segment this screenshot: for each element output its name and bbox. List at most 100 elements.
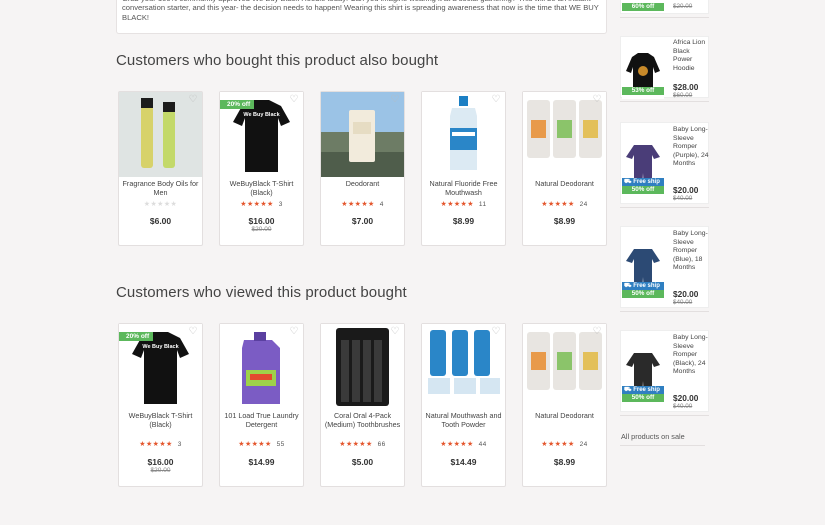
rating-stars: ★★★★★: [143, 201, 178, 208]
divider: [620, 415, 709, 416]
original-price: $40.00: [673, 195, 693, 202]
all-products-on-sale-link[interactable]: All products on sale: [621, 432, 685, 441]
product-name[interactable]: Natural Mouthwash and Tooth Powder: [425, 411, 502, 429]
svg-text:We Buy Black: We Buy Black: [243, 112, 280, 118]
rating-stars: ★★★★★ 24: [541, 441, 588, 448]
wishlist-heart-icon[interactable]: ♡: [289, 327, 299, 337]
product-price: $20.00: [673, 393, 699, 403]
product-name[interactable]: WeBuyBlack T-Shirt (Black): [223, 179, 300, 197]
discount-badge: 60% off: [622, 3, 664, 11]
also-bought-title: Customers who bought this product also b…: [116, 52, 439, 69]
product-description-box: Grab your 100% community approved We Buy…: [116, 0, 607, 34]
original-price: $40.00: [673, 299, 693, 306]
wishlist-heart-icon[interactable]: ♡: [289, 95, 299, 105]
product-card[interactable]: ♡ Natural Mouthwash and Tooth Powder ★★★…: [421, 323, 506, 487]
product-card[interactable]: ♡ 101 Load True Laundry Detergent ★★★★★ 5…: [219, 323, 304, 487]
product-price: $6.00: [149, 216, 172, 226]
product-name[interactable]: Baby Long-Sleeve Romper (Purple), 24 Mon…: [673, 126, 709, 169]
truck-icon: ⛟: [624, 387, 634, 393]
discount-badge: 50% off: [622, 394, 664, 402]
free-shipping-badge: ⛟ Free ship: [622, 386, 664, 394]
free-shipping-label: Free ship: [633, 179, 660, 185]
wishlist-heart-icon[interactable]: ♡: [491, 95, 501, 105]
discount-badge: 20% off: [220, 100, 255, 109]
also-bought-row: ♡ Fragrance Body Oils for Men ★★★★★ $6.0…: [118, 91, 607, 246]
viewed-bought-row: We Buy Black 20% off ♡ WeBuyBlack T-Shir…: [118, 323, 607, 487]
product-price: $16.00: [248, 216, 275, 226]
sale-item[interactable]: ⛟ Free ship 50% off Baby Long-Sleeve Rom…: [620, 122, 709, 204]
review-count: 3: [177, 441, 182, 448]
discount-badge: 50% off: [622, 290, 664, 298]
review-count: 4: [379, 201, 384, 208]
product-card[interactable]: ♡ Coral Oral 4-Pack (Medium) Toothbrushe…: [320, 323, 405, 487]
original-price: $20.00: [251, 226, 272, 233]
product-name[interactable]: Natural Deodorant: [526, 179, 603, 189]
original-price: $40.00: [673, 403, 693, 410]
product-name[interactable]: Fragrance Body Oils for Men: [122, 179, 199, 197]
review-count: 66: [377, 441, 386, 448]
truck-icon: ⛟: [624, 179, 634, 185]
free-shipping-badge: ⛟ Free ship: [622, 178, 664, 186]
product-price: $8.99: [553, 457, 576, 467]
rating-stars: ★★★★★ 11: [440, 201, 487, 208]
divider: [620, 17, 709, 18]
product-name[interactable]: Africa Lion Black Power Hoodie: [673, 39, 709, 73]
wishlist-heart-icon[interactable]: ♡: [390, 95, 400, 105]
product-price: $8.99: [452, 216, 475, 226]
wishlist-heart-icon[interactable]: ♡: [188, 95, 198, 105]
original-price: $60.00: [673, 92, 693, 99]
divider: [620, 101, 709, 102]
product-name[interactable]: Deodorant: [324, 179, 401, 189]
wishlist-heart-icon[interactable]: ♡: [390, 327, 400, 337]
rating-stars: ★★★★★ 3: [139, 441, 182, 448]
sale-item[interactable]: ⛟ Free ship 50% off Baby Long-Sleeve Rom…: [620, 226, 709, 308]
sale-item[interactable]: 60% off $20.00: [620, 0, 709, 14]
divider: [620, 207, 709, 208]
rating-stars: ★★★★★ 3: [240, 201, 283, 208]
wishlist-heart-icon[interactable]: ♡: [188, 327, 198, 337]
product-price: $7.00: [351, 216, 374, 226]
product-card[interactable]: ♡ Deodorant ★★★★★ 4 $7.00: [320, 91, 405, 246]
review-count: 55: [276, 441, 285, 448]
product-name[interactable]: Coral Oral 4-Pack (Medium) Toothbrushes: [324, 411, 401, 429]
free-shipping-label: Free ship: [633, 387, 660, 393]
product-name[interactable]: WeBuyBlack T-Shirt (Black): [122, 411, 199, 429]
product-card[interactable]: ♡ Fragrance Body Oils for Men ★★★★★ $6.0…: [118, 91, 203, 246]
product-card[interactable]: We Buy Black 20% off ♡ WeBuyBlack T-Shir…: [219, 91, 304, 246]
review-count: 11: [478, 201, 487, 208]
free-shipping-label: Free ship: [633, 283, 660, 289]
product-name[interactable]: Natural Deodorant: [526, 411, 603, 421]
discount-badge: 20% off: [119, 332, 154, 341]
product-card[interactable]: ♡ Natural Deodorant ★★★★★ 24 $8.99: [522, 91, 607, 246]
review-count: 3: [278, 201, 283, 208]
wishlist-heart-icon[interactable]: ♡: [592, 327, 602, 337]
rating-stars: ★★★★★ 55: [238, 441, 285, 448]
discount-badge: 50% off: [622, 186, 664, 194]
product-card[interactable]: We Buy Black 20% off ♡ WeBuyBlack T-Shir…: [118, 323, 203, 487]
product-name[interactable]: 101 Load True Laundry Detergent: [223, 411, 300, 429]
product-name[interactable]: Baby Long-Sleeve Romper (Blue), 18 Month…: [673, 230, 709, 273]
rating-stars: ★★★★★ 24: [541, 201, 588, 208]
divider: [620, 311, 709, 312]
review-count: 24: [579, 441, 588, 448]
product-name[interactable]: Baby Long-Sleeve Romper (Black), 24 Mont…: [673, 334, 709, 377]
original-price: $20.00: [673, 3, 693, 10]
wishlist-heart-icon[interactable]: ♡: [491, 327, 501, 337]
product-price: $16.00: [147, 457, 174, 467]
rating-stars: ★★★★★ 44: [440, 441, 487, 448]
review-count: 24: [579, 201, 588, 208]
wishlist-heart-icon[interactable]: ♡: [592, 95, 602, 105]
product-card[interactable]: ♡ Natural Fluoride Free Mouthwash ★★★★★ 1…: [421, 91, 506, 246]
rating-stars: ★★★★★ 66: [339, 441, 386, 448]
product-price: $28.00: [673, 82, 699, 92]
product-price: $14.99: [248, 457, 275, 467]
discount-badge: 53% off: [622, 87, 664, 95]
product-price: $8.99: [553, 216, 576, 226]
sale-item[interactable]: ⛟ Free ship 50% off Baby Long-Sleeve Rom…: [620, 330, 709, 412]
truck-icon: ⛟: [624, 283, 634, 289]
sale-item[interactable]: 53% off Africa Lion Black Power Hoodie $…: [620, 36, 709, 99]
product-price: $5.00: [351, 457, 374, 467]
divider: [620, 445, 705, 446]
product-name[interactable]: Natural Fluoride Free Mouthwash: [425, 179, 502, 197]
product-card[interactable]: ♡ Natural Deodorant ★★★★★ 24 $8.99: [522, 323, 607, 487]
